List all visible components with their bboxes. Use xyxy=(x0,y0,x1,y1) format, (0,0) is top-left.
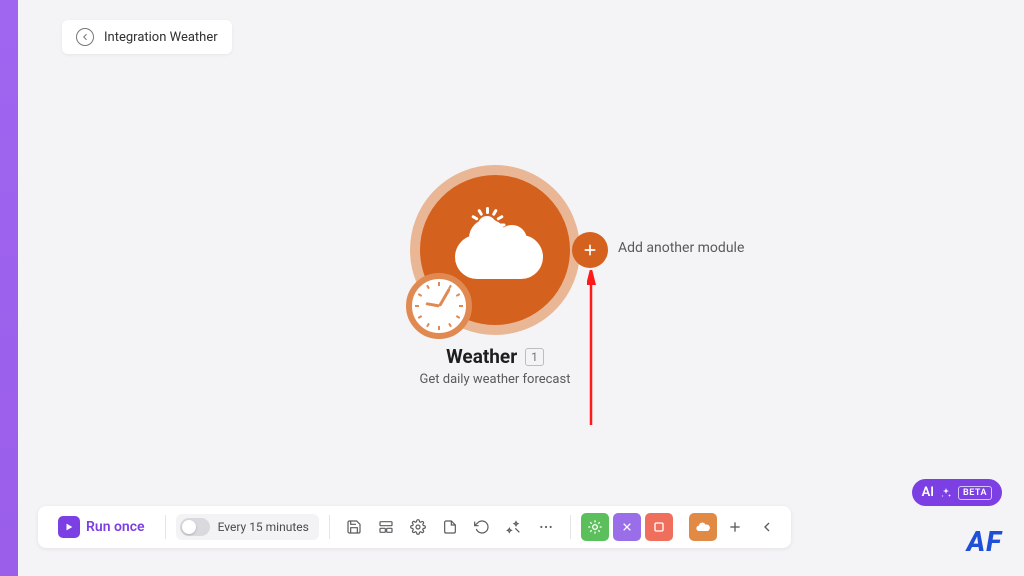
note-icon[interactable] xyxy=(436,513,464,541)
save-icon[interactable] xyxy=(340,513,368,541)
tool-red-icon[interactable] xyxy=(645,513,673,541)
app-sidebar-strip xyxy=(0,0,18,576)
add-module-button[interactable] xyxy=(572,232,608,268)
breadcrumb-label: Integration Weather xyxy=(104,30,218,45)
back-icon[interactable] xyxy=(76,28,94,46)
tool-purple-icon[interactable] xyxy=(613,513,641,541)
module-title: Weather xyxy=(446,345,517,368)
module-node-weather[interactable] xyxy=(410,165,580,335)
bottom-toolbar: Run once Every 15 minutes xyxy=(38,506,791,548)
run-once-label: Run once xyxy=(86,519,145,535)
module-circle xyxy=(410,165,580,335)
ai-label: AI xyxy=(922,485,934,500)
module-subtitle: Get daily weather forecast xyxy=(380,372,610,387)
annotation-arrow xyxy=(587,270,607,430)
tool-orange-icon[interactable] xyxy=(689,513,717,541)
more-icon[interactable] xyxy=(532,513,560,541)
module-title-row: Weather 1 xyxy=(410,345,580,368)
settings-icon[interactable] xyxy=(404,513,432,541)
module-count-badge: 1 xyxy=(525,348,544,366)
undo-icon[interactable] xyxy=(468,513,496,541)
magic-icon[interactable] xyxy=(500,513,528,541)
toggle-switch[interactable] xyxy=(180,518,210,536)
breadcrumb[interactable]: Integration Weather xyxy=(62,20,232,54)
layout-icon[interactable] xyxy=(372,513,400,541)
divider xyxy=(165,515,166,539)
run-once-button[interactable]: Run once xyxy=(48,512,155,542)
play-icon xyxy=(58,516,80,538)
ai-assistant-button[interactable]: AI BETA xyxy=(912,479,1002,506)
weather-icon xyxy=(445,215,545,285)
tool-green-icon[interactable] xyxy=(581,513,609,541)
divider xyxy=(329,515,330,539)
schedule-label: Every 15 minutes xyxy=(218,520,309,534)
clock-icon xyxy=(406,273,472,339)
chevron-left-icon[interactable] xyxy=(753,513,781,541)
divider xyxy=(570,515,571,539)
add-module-label: Add another module xyxy=(618,240,744,256)
brand-logo: AF xyxy=(967,525,1002,558)
plus-icon[interactable] xyxy=(721,513,749,541)
schedule-toggle[interactable]: Every 15 minutes xyxy=(176,514,319,540)
sparkle-icon xyxy=(940,487,952,499)
beta-badge: BETA xyxy=(958,486,992,500)
